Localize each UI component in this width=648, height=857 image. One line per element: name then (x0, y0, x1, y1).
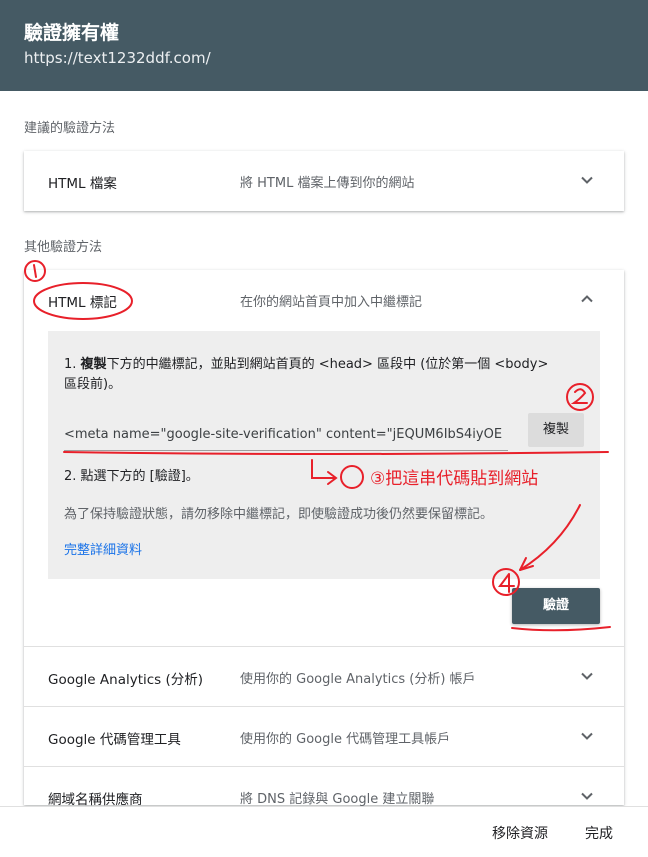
other-methods-label: 其他驗證方法 (24, 240, 103, 255)
chevron-down-icon[interactable] (580, 669, 594, 683)
chevron-down-icon[interactable] (580, 729, 594, 743)
remove-property-button[interactable]: 移除資源 (492, 823, 548, 843)
recommended-methods-label: 建議的驗證方法 (24, 121, 116, 136)
method-desc: 在你的網站首頁中加入中繼標記 (240, 295, 423, 310)
method-list: Google Analytics (分析) 使用你的 Google Analyt… (24, 646, 624, 826)
dialog-footer: 移除資源 完成 (0, 806, 648, 857)
chevron-down-icon[interactable] (580, 789, 594, 803)
method-name: HTML 標記 (48, 295, 117, 311)
keep-tag-note: 為了保持驗證狀態，請勿移除中繼標記，即使驗證成功後仍然要保留標記。 (64, 507, 494, 522)
verify-button[interactable]: 驗證 (512, 588, 600, 624)
done-button[interactable]: 完成 (585, 823, 613, 843)
property-url: https://text1232ddf.com/ (24, 49, 211, 67)
method-desc: 使用你的 Google 代碼管理工具帳戶 (240, 732, 451, 747)
page-title: 驗證擁有權 (24, 22, 120, 44)
method-name: Google Analytics (分析) (48, 672, 204, 688)
meta-tag-field[interactable]: <meta name="google-site-verification" co… (64, 421, 508, 451)
dialog-header: 驗證擁有權 https://text1232ddf.com/ (0, 0, 648, 91)
method-desc: 使用你的 Google Analytics (分析) 帳戶 (240, 672, 476, 687)
method-google-tag-manager[interactable]: Google 代碼管理工具 使用你的 Google 代碼管理工具帳戶 (24, 706, 624, 766)
chevron-up-icon[interactable] (580, 292, 594, 306)
method-name: Google 代碼管理工具 (48, 732, 181, 748)
method-name: HTML 檔案 (48, 176, 117, 192)
step-2-text: 2. 點選下方的 [驗證]。 (64, 469, 199, 484)
method-desc: 將 DNS 記錄與 Google 建立關聯 (240, 792, 435, 807)
method-desc: 將 HTML 檔案上傳到你的網站 (240, 176, 415, 191)
other-methods-card: HTML 標記 在你的網站首頁中加入中繼標記 1. 複製下方的中繼標記，並貼到網… (24, 270, 624, 808)
copy-button[interactable]: 複製 (528, 413, 584, 447)
full-details-link[interactable]: 完整詳細資料 (64, 539, 142, 558)
method-google-analytics[interactable]: Google Analytics (分析) 使用你的 Google Analyt… (24, 646, 624, 706)
method-name: 網域名稱供應商 (48, 792, 143, 808)
chevron-down-icon[interactable] (580, 173, 594, 187)
html-tag-instructions: 1. 複製下方的中繼標記，並貼到網站首頁的 <head> 區段中 (位於第一個 … (48, 331, 600, 579)
method-html-tag[interactable]: HTML 標記 在你的網站首頁中加入中繼標記 (24, 270, 624, 330)
method-html-file[interactable]: HTML 檔案 將 HTML 檔案上傳到你的網站 (24, 151, 624, 211)
step-1-text: 1. 複製下方的中繼標記，並貼到網站首頁的 <head> 區段中 (位於第一個 … (64, 357, 549, 392)
